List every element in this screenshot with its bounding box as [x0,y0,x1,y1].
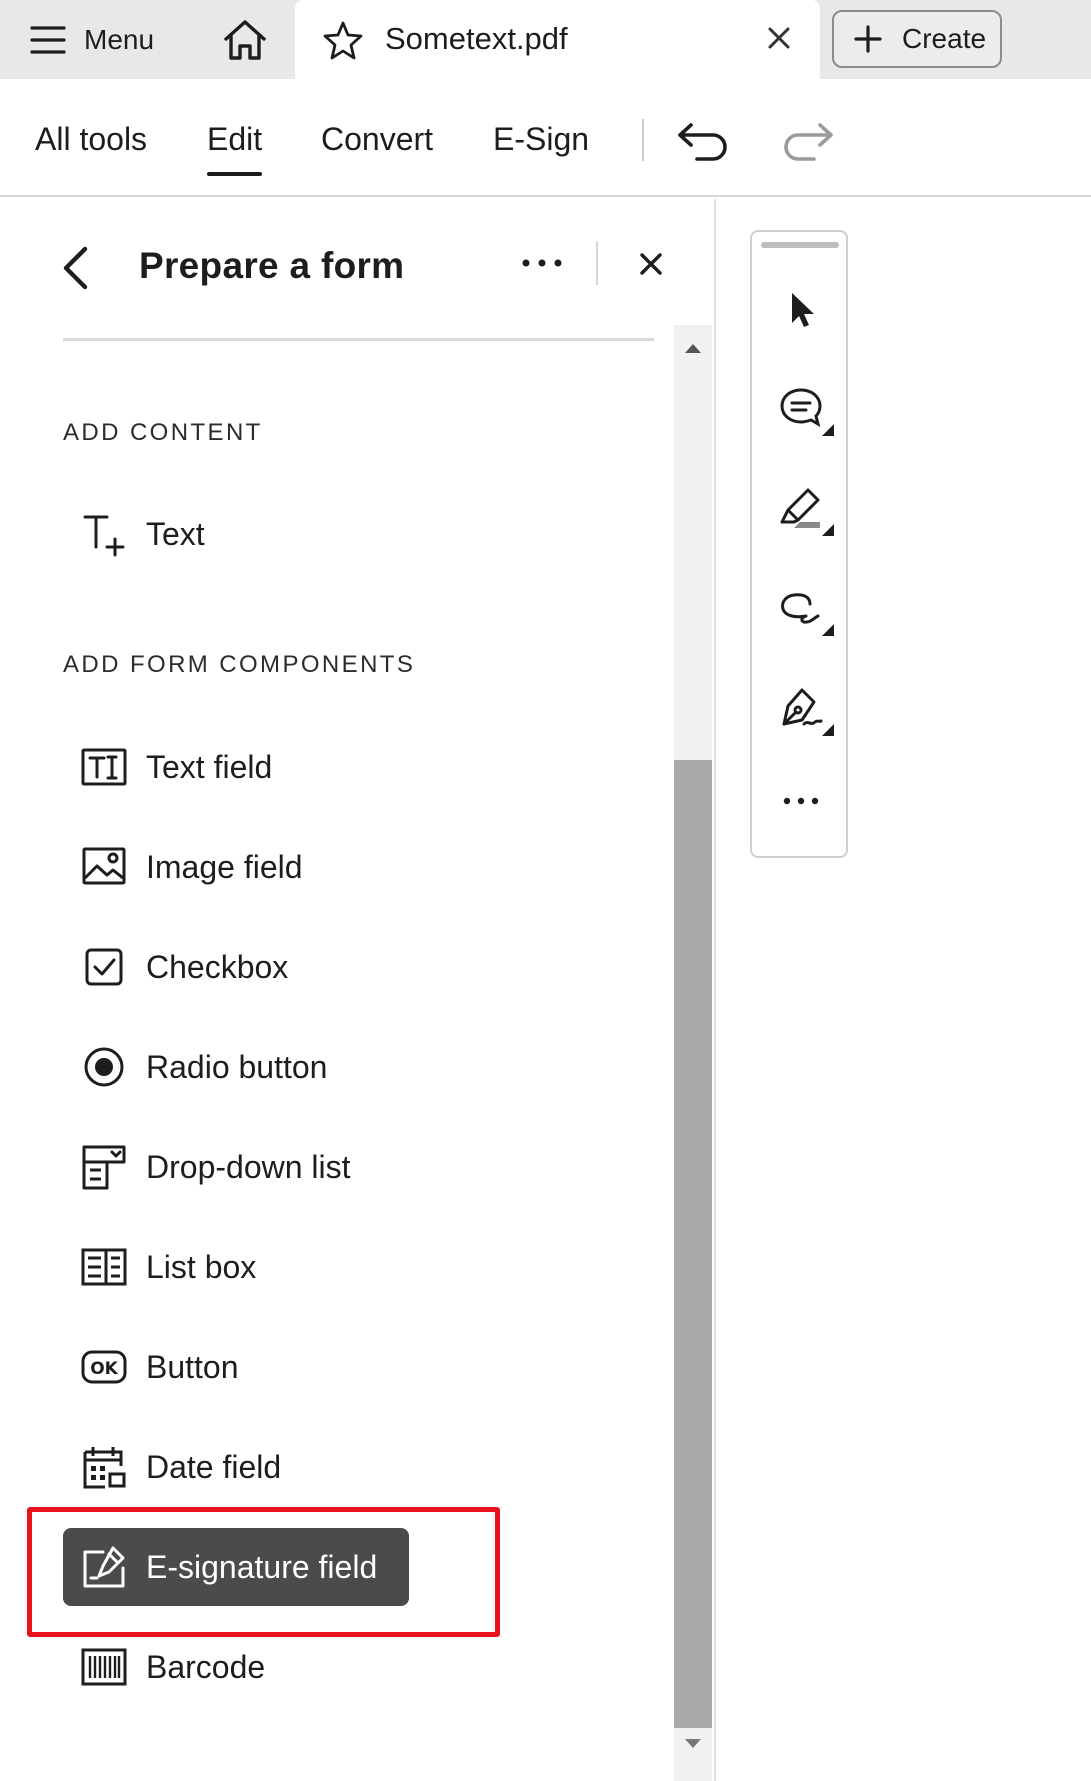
close-tab-icon[interactable] [766,25,792,51]
header-separator [63,338,654,341]
image-field-icon [81,844,127,890]
panel-title: Prepare a form [139,245,405,286]
highlight-tool-button[interactable] [772,480,834,538]
tab-all-tools[interactable]: All tools [35,121,147,158]
more-tools-button[interactable] [772,772,830,830]
document-name: Sometext.pdf [385,21,568,56]
menu-button[interactable]: Menu [30,14,154,66]
sign-tool-button[interactable] [772,680,834,738]
select-pointer-icon [784,289,818,329]
tool-button-label: Button [146,1348,239,1385]
more-options-icon[interactable] [520,251,564,275]
section-add-form-components: ADD FORM COMPONENTS [63,651,416,678]
panel-header: Prepare a form [0,199,716,339]
tool-button[interactable]: OK Button [63,1328,409,1406]
draw-tool-button[interactable] [772,580,834,638]
tool-e-signature-field-label: E-signature field [146,1548,378,1585]
undo-icon[interactable] [675,117,731,163]
home-button[interactable] [218,14,272,66]
comment-icon [778,386,824,432]
tool-radio-button[interactable]: Radio button [63,1028,409,1106]
hamburger-icon [30,25,66,55]
tool-image-field[interactable]: Image field [63,828,409,906]
sign-pen-icon [778,686,824,732]
document-tab[interactable]: Sometext.pdf [295,0,820,79]
select-tool-button[interactable] [772,280,830,338]
ok-button-icon: OK [81,1344,127,1390]
dropdown-list-icon [81,1144,127,1190]
draw-freeform-icon [778,586,824,632]
text-add-icon [81,511,127,557]
tool-checkbox-label: Checkbox [146,948,289,985]
back-chevron-icon[interactable] [60,245,90,291]
tool-barcode[interactable]: Barcode [63,1628,409,1706]
tab-e-sign[interactable]: E-Sign [493,121,589,158]
tool-text-field[interactable]: Text field [63,728,409,806]
tool-list-box[interactable]: List box [63,1228,409,1306]
section-add-content: ADD CONTENT [63,419,263,446]
tool-barcode-label: Barcode [146,1648,266,1685]
e-signature-icon [81,1544,127,1590]
tool-date-field[interactable]: Date field [63,1428,409,1506]
star-icon[interactable] [322,20,364,60]
tab-edit[interactable]: Edit [207,121,263,176]
header-divider [596,241,598,285]
tool-e-signature-field[interactable]: E-signature field [63,1528,409,1606]
menu-label: Menu [84,24,155,55]
create-label: Create [902,23,987,54]
tool-text-field-label: Text field [146,748,273,785]
scroll-up-arrow-icon[interactable] [683,342,703,354]
tool-image-field-label: Image field [146,848,303,885]
tool-radio-button-label: Radio button [146,1048,328,1085]
tool-checkbox[interactable]: Checkbox [63,928,409,1006]
tab-bar: Menu Sometext.pdf Create [0,0,1091,79]
tool-date-field-label: Date field [146,1448,282,1485]
barcode-icon [81,1644,127,1690]
quick-tools-toolbar [750,230,848,858]
toolbar-divider [642,119,644,161]
tool-text-label: Text [146,515,205,552]
calendar-icon [81,1444,127,1490]
radio-button-icon [81,1044,127,1090]
tab-convert[interactable]: Convert [321,121,433,158]
checkbox-icon [81,944,127,990]
highlight-icon [778,486,824,532]
tool-text[interactable]: Text [63,495,409,573]
create-button[interactable]: Create [832,10,1002,68]
home-icon [222,19,268,61]
plus-icon [854,25,882,53]
scroll-down-arrow-icon[interactable] [683,1738,703,1750]
more-tools-icon [781,795,821,807]
list-box-icon [81,1244,127,1290]
tool-dropdown-list[interactable]: Drop-down list [63,1128,409,1206]
tool-list-box-label: List box [146,1248,257,1285]
close-panel-icon[interactable] [638,251,664,277]
comment-tool-button[interactable] [772,380,834,438]
svg-text:OK: OK [90,1359,118,1379]
tool-dropdown-list-label: Drop-down list [146,1148,351,1185]
scrollbar-thumb[interactable] [674,760,712,1728]
redo-icon[interactable] [780,117,836,163]
prepare-form-panel: Prepare a form ADD CONTENT Text ADD FORM… [0,199,716,1781]
main-toolbar: All tools Edit Convert E-Sign [0,79,1091,197]
drag-grip[interactable] [761,242,839,248]
text-field-icon [81,744,127,790]
